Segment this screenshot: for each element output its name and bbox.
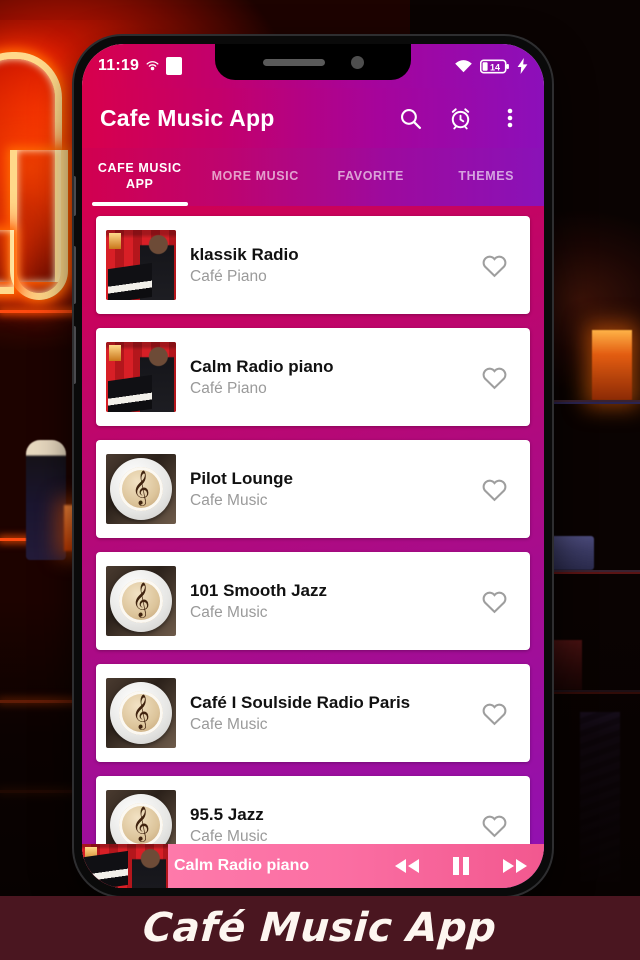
- front-camera: [350, 55, 364, 69]
- station-text: 101 Smooth Jazz Cafe Music: [176, 580, 474, 622]
- station-title: Pilot Lounge: [190, 468, 293, 488]
- station-list[interactable]: klassik Radio Café Piano Calm Radio pian…: [82, 206, 544, 888]
- piano-photo-icon: [82, 844, 168, 888]
- phone-screen: 11:19 14 Cafe Music App CAFE MUSIC APP M…: [82, 44, 544, 888]
- overflow-menu-button[interactable]: [490, 98, 530, 138]
- station-thumbnail: 𝄞: [106, 678, 176, 748]
- station-title: 95.5 Jazz: [190, 804, 264, 824]
- station-text: Café I Soulside Radio Paris Cafe Music: [176, 692, 474, 734]
- station-subtitle: Cafe Music: [190, 604, 268, 622]
- tab-themes[interactable]: THEMES: [429, 148, 545, 206]
- mini-player[interactable]: Calm Radio piano: [82, 844, 544, 888]
- heart-outline-icon: [482, 479, 506, 501]
- piano-photo-icon: [106, 342, 176, 412]
- search-button[interactable]: [390, 98, 430, 138]
- tab-favorite[interactable]: FAVORITE: [313, 148, 429, 206]
- pause-button[interactable]: [442, 847, 480, 885]
- station-text: klassik Radio Café Piano: [176, 244, 474, 286]
- station-subtitle: Cafe Music: [190, 492, 268, 510]
- screenshot-root: 11:19 14 Cafe Music App CAFE MUSIC APP M…: [0, 0, 640, 960]
- station-title: Café I Soulside Radio Paris: [190, 692, 411, 712]
- banner-title: Café Music App: [141, 905, 499, 951]
- bottom-banner: Café Music App: [0, 896, 640, 960]
- tab-label: MORE MUSIC: [211, 169, 299, 184]
- station-list-item[interactable]: 𝄞 101 Smooth Jazz Cafe Music: [96, 552, 530, 650]
- station-thumbnail: 𝄞: [106, 566, 176, 636]
- phone-volume-down-button: [74, 326, 76, 384]
- neon-tube-icon: [0, 230, 14, 294]
- station-title: 101 Smooth Jazz: [190, 580, 327, 600]
- station-list-item[interactable]: Calm Radio piano Café Piano: [96, 328, 530, 426]
- skip-next-icon: [503, 859, 527, 873]
- station-text: 95.5 Jazz Cafe Music: [176, 804, 474, 846]
- favorite-button[interactable]: [474, 357, 514, 397]
- neon-tube-icon: [10, 150, 68, 300]
- tab-label: FAVORITE: [337, 169, 404, 184]
- station-title: Calm Radio piano: [190, 356, 334, 376]
- favorite-button[interactable]: [474, 805, 514, 845]
- app-bar: Cafe Music App: [82, 88, 544, 148]
- status-time: 11:19: [98, 57, 140, 74]
- broadcast-icon: [146, 60, 159, 70]
- station-thumbnail: 𝄞: [106, 454, 176, 524]
- mini-player-thumbnail: [82, 844, 168, 888]
- status-notification-badge: [166, 57, 183, 75]
- now-playing-title: Calm Radio piano: [174, 857, 310, 874]
- alarm-clock-icon: [451, 107, 469, 129]
- pause-icon: [453, 857, 469, 875]
- favorite-button[interactable]: [474, 693, 514, 733]
- charging-bolt-icon: [517, 58, 528, 74]
- coffee-cup-photo-icon: 𝄞: [106, 678, 176, 748]
- piano-photo-icon: [106, 230, 176, 300]
- station-subtitle: Café Piano: [190, 268, 267, 286]
- phone-mockup: 11:19 14 Cafe Music App CAFE MUSIC APP M…: [74, 36, 552, 896]
- favorite-button[interactable]: [474, 245, 514, 285]
- search-icon: [400, 108, 421, 129]
- coffee-cup-photo-icon: 𝄞: [106, 454, 176, 524]
- tab-label: THEMES: [458, 169, 515, 184]
- more-vertical-icon: [507, 108, 513, 128]
- station-subtitle: Cafe Music: [190, 716, 268, 734]
- station-list-item[interactable]: 𝄞 Pilot Lounge Cafe Music: [96, 440, 530, 538]
- background-candle: [592, 330, 632, 400]
- station-subtitle: Café Piano: [190, 380, 267, 398]
- page-title: Cafe Music App: [100, 104, 275, 131]
- heart-outline-icon: [482, 815, 506, 837]
- previous-button[interactable]: [388, 847, 426, 885]
- status-bar-left: 11:19: [98, 57, 183, 75]
- battery-level-text: 14: [490, 62, 500, 72]
- heart-outline-icon: [482, 367, 506, 389]
- skip-previous-icon: [395, 859, 419, 873]
- station-text: Calm Radio piano Café Piano: [176, 356, 474, 398]
- background-figure: [26, 440, 66, 560]
- station-list-item[interactable]: 𝄞 Café I Soulside Radio Paris Cafe Music: [96, 664, 530, 762]
- wifi-icon: [455, 59, 472, 72]
- station-title: klassik Radio: [190, 244, 299, 264]
- station-text: Pilot Lounge Cafe Music: [176, 468, 474, 510]
- status-bar-right: 14: [454, 58, 528, 74]
- heart-outline-icon: [482, 591, 506, 613]
- coffee-cup-photo-icon: 𝄞: [106, 566, 176, 636]
- phone-volume-up-button: [74, 246, 76, 304]
- sleep-timer-button[interactable]: [440, 98, 480, 138]
- station-thumbnail: [106, 342, 176, 412]
- battery-icon: 14: [480, 59, 509, 73]
- tab-bar: CAFE MUSIC APP MORE MUSIC FAVORITE THEME…: [82, 148, 544, 206]
- status-bar: 11:19 14: [82, 44, 544, 88]
- heart-outline-icon: [482, 703, 506, 725]
- tab-more-music[interactable]: MORE MUSIC: [198, 148, 314, 206]
- tab-label: CAFE MUSIC APP: [97, 161, 182, 191]
- next-button[interactable]: [496, 847, 534, 885]
- favorite-button[interactable]: [474, 469, 514, 509]
- phone-mute-switch: [74, 176, 76, 216]
- station-thumbnail: [106, 230, 176, 300]
- phone-notch: [215, 44, 411, 80]
- tab-cafe-music-app[interactable]: CAFE MUSIC APP: [82, 148, 198, 206]
- heart-outline-icon: [482, 255, 506, 277]
- station-list-item[interactable]: klassik Radio Café Piano: [96, 216, 530, 314]
- favorite-button[interactable]: [474, 581, 514, 621]
- earpiece-speaker: [262, 58, 325, 66]
